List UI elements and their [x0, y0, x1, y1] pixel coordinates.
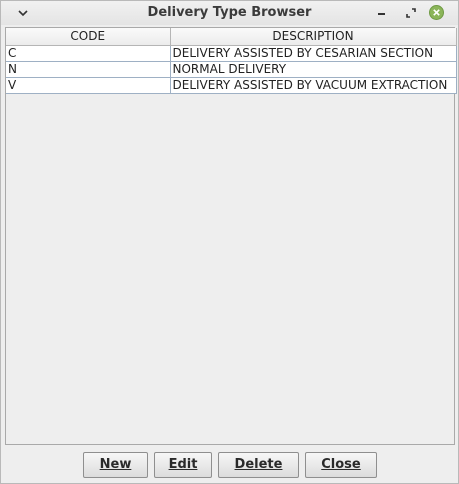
- cell-code[interactable]: N: [6, 61, 171, 78]
- title-bar[interactable]: Delivery Type Browser: [1, 1, 458, 25]
- column-header-code[interactable]: CODE: [6, 28, 171, 46]
- delivery-type-browser-window: Delivery Type Browser CODE DESCRIPTION C…: [0, 0, 459, 484]
- maximize-icon[interactable]: [403, 5, 419, 21]
- cell-description[interactable]: DELIVERY ASSISTED BY VACUUM EXTRACTION: [170, 77, 457, 94]
- cell-code[interactable]: V: [6, 77, 171, 94]
- minimize-icon[interactable]: [374, 5, 390, 21]
- column-header-description[interactable]: DESCRIPTION: [170, 28, 457, 46]
- cell-description[interactable]: NORMAL DELIVERY: [170, 61, 457, 78]
- close-button[interactable]: Close: [305, 452, 377, 478]
- table-row[interactable]: N NORMAL DELIVERY: [6, 61, 457, 78]
- cell-code[interactable]: C: [6, 45, 171, 62]
- close-icon[interactable]: [429, 5, 445, 21]
- button-bar: New Edit Delete Close: [1, 452, 458, 478]
- delete-button[interactable]: Delete: [218, 452, 299, 478]
- cell-description[interactable]: DELIVERY ASSISTED BY CESARIAN SECTION: [170, 45, 457, 62]
- delivery-type-table[interactable]: CODE DESCRIPTION C DELIVERY ASSISTED BY …: [6, 28, 457, 94]
- table-header-row: CODE DESCRIPTION: [6, 28, 457, 46]
- edit-button[interactable]: Edit: [154, 452, 212, 478]
- new-button[interactable]: New: [83, 452, 148, 478]
- table-row[interactable]: C DELIVERY ASSISTED BY CESARIAN SECTION: [6, 45, 457, 62]
- delivery-type-table-scrollpane[interactable]: CODE DESCRIPTION C DELIVERY ASSISTED BY …: [5, 27, 457, 445]
- table-row[interactable]: V DELIVERY ASSISTED BY VACUUM EXTRACTION: [6, 77, 457, 94]
